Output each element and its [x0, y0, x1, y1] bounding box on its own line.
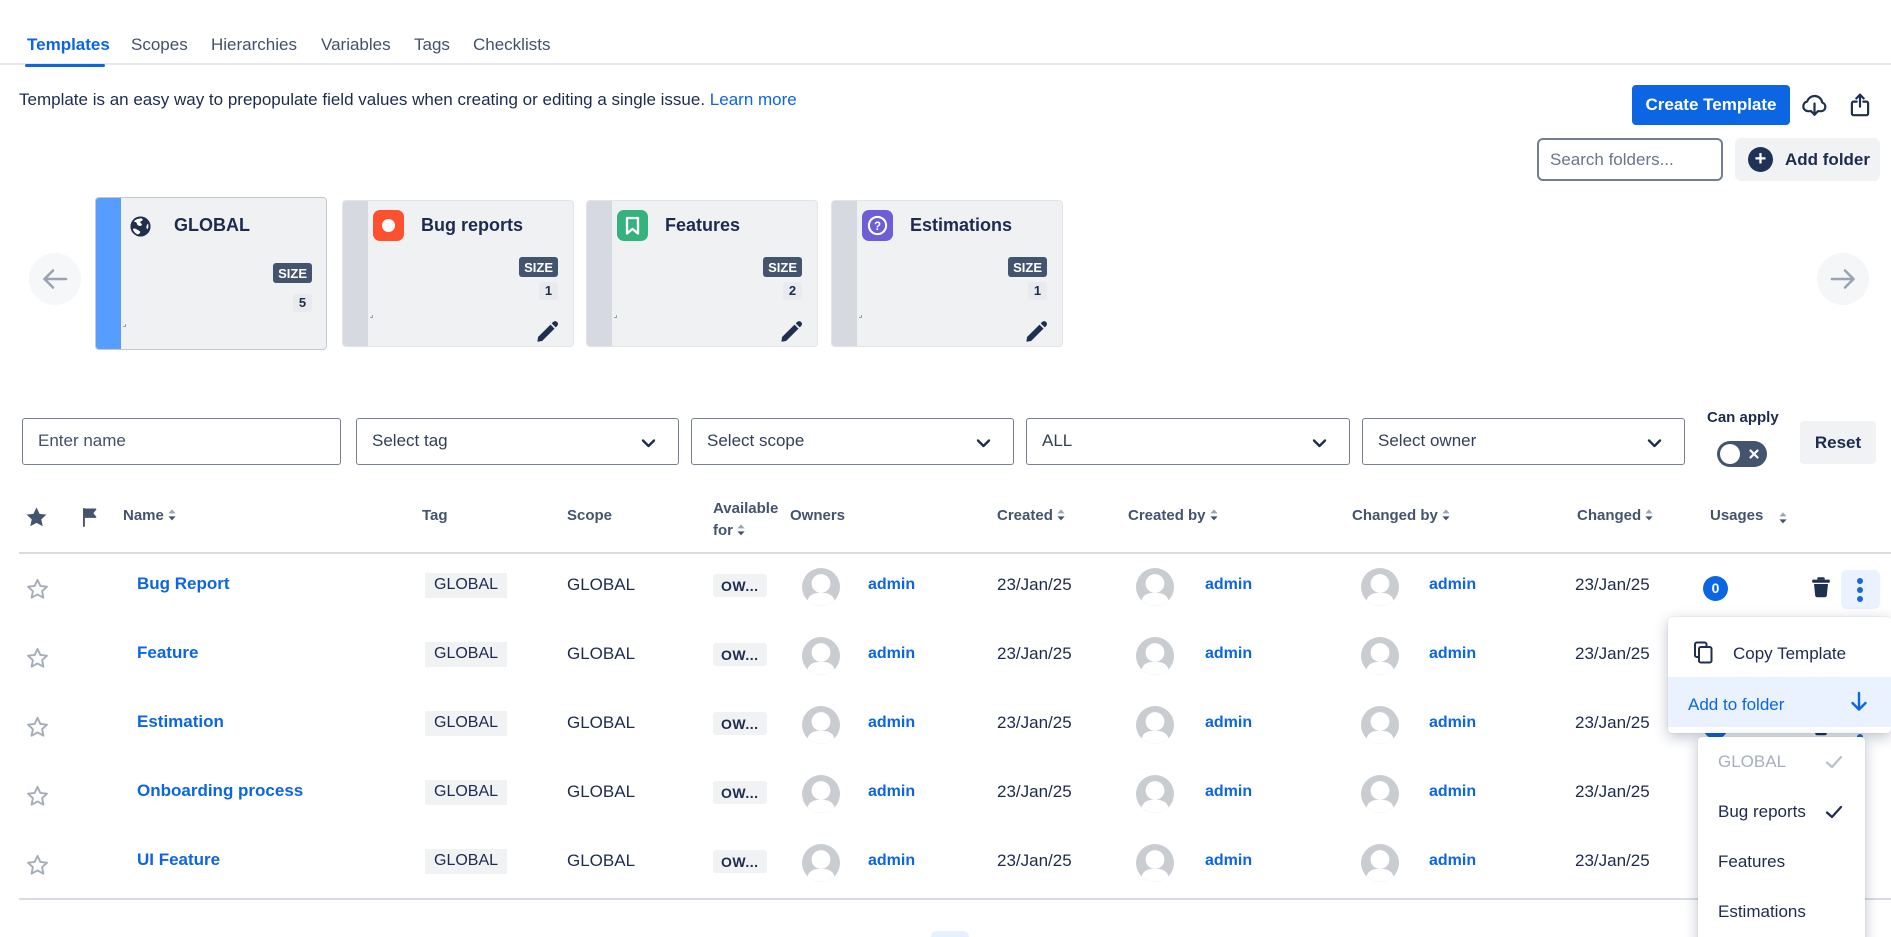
svg-text:?: ? — [874, 221, 881, 233]
